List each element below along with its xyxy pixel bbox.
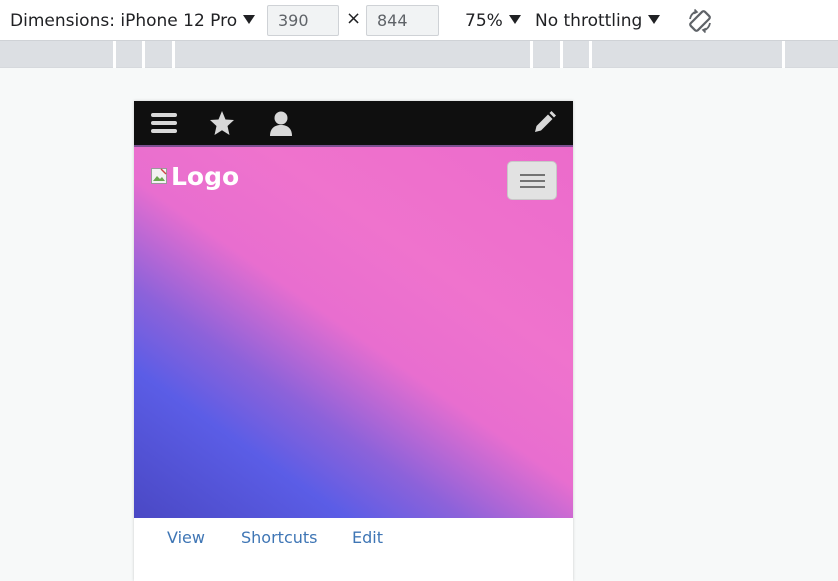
dimensions-dropdown[interactable]: Dimensions: iPhone 12 Pro xyxy=(10,0,256,41)
caret-down-icon xyxy=(648,15,661,24)
admin-menu-button[interactable] xyxy=(150,109,178,137)
rotate-button[interactable] xyxy=(686,7,714,35)
ruler-divider[interactable] xyxy=(113,41,116,68)
ruler-divider[interactable] xyxy=(530,41,533,68)
throttling-dropdown[interactable]: No throttling xyxy=(535,0,661,41)
device-toolbar: Dimensions: iPhone 12 Pro × 75% No throt… xyxy=(0,0,838,41)
ruler-divider[interactable] xyxy=(172,41,175,68)
shortcuts-star-button[interactable] xyxy=(208,109,236,137)
caret-down-icon xyxy=(243,15,256,24)
tab-view[interactable]: View xyxy=(167,528,205,547)
pencil-icon xyxy=(535,111,556,132)
edit-pencil-button[interactable] xyxy=(530,109,558,137)
star-icon xyxy=(210,111,234,135)
admin-toolbar xyxy=(134,101,573,145)
logo-alt-text: Logo xyxy=(171,162,240,191)
ruler-divider[interactable] xyxy=(142,41,145,68)
dimensions-label: Dimensions: iPhone 12 Pro xyxy=(10,10,238,31)
rotate-icon xyxy=(689,8,711,34)
media-query-bar xyxy=(0,41,838,68)
zoom-dropdown[interactable]: 75% xyxy=(465,0,521,41)
mobile-menu-toggle[interactable] xyxy=(507,161,557,200)
zoom-label: 75% xyxy=(465,10,503,31)
user-icon xyxy=(270,111,292,136)
throttling-label: No throttling xyxy=(535,10,643,31)
width-input[interactable] xyxy=(267,5,339,36)
tab-shortcuts[interactable]: Shortcuts xyxy=(241,528,317,547)
ruler-divider[interactable] xyxy=(589,41,592,68)
menu-icon xyxy=(151,113,177,133)
height-input[interactable] xyxy=(366,5,439,36)
site-header: Logo xyxy=(134,145,573,518)
device-viewport: Logo View Shortcuts Edit xyxy=(134,101,573,581)
ruler-divider[interactable] xyxy=(782,41,785,68)
ruler-divider[interactable] xyxy=(560,41,563,68)
tab-edit[interactable]: Edit xyxy=(352,528,383,547)
site-logo-link[interactable]: Logo xyxy=(151,162,239,192)
times-symbol: × xyxy=(346,8,362,29)
user-account-button[interactable] xyxy=(267,109,295,137)
broken-image-icon xyxy=(151,168,169,186)
caret-down-icon xyxy=(508,15,521,24)
local-tasks-tabs: View Shortcuts Edit xyxy=(134,518,573,581)
